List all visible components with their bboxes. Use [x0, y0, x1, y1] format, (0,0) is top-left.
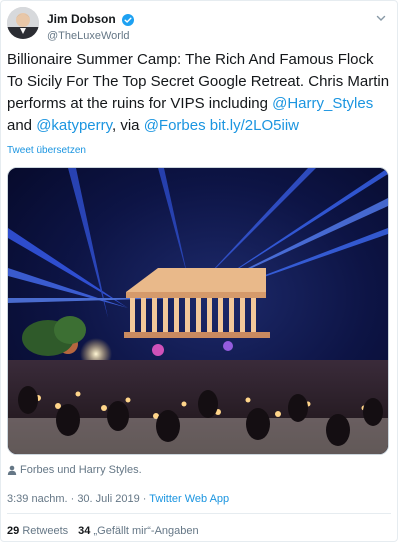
- likes-count: 34: [78, 525, 91, 537]
- timestamp[interactable]: 3:39 nachm. · 30. Juli 2019 ·: [7, 493, 149, 505]
- tagged-people-label: Forbes und Harry Styles.: [20, 464, 142, 476]
- likes-label: „Gefällt mir“-Angaben: [93, 525, 199, 537]
- author-block: Jim Dobson @TheLuxeWorld: [47, 10, 135, 42]
- concert-photo-illustration: [8, 168, 388, 454]
- avatar[interactable]: [7, 7, 39, 39]
- mention-forbes[interactable]: @Forbes: [144, 117, 206, 134]
- person-icon: [7, 465, 17, 476]
- translate-tweet-link[interactable]: Tweet übersetzen: [7, 145, 86, 156]
- retweets-label: Retweets: [22, 525, 69, 537]
- tweet-photo[interactable]: [7, 167, 389, 455]
- mention-katyperry[interactable]: @katyperry: [36, 117, 112, 134]
- tweet-meta: 3:39 nachm. · 30. Juli 2019 · Twitter We…: [7, 493, 229, 505]
- tweet-header: Jim Dobson @TheLuxeWorld: [7, 7, 389, 47]
- tweet-text-part: , via: [112, 117, 144, 134]
- likes-stat[interactable]: 34 „Gefällt mir“-Angaben: [78, 525, 198, 537]
- author-name[interactable]: Jim Dobson: [47, 12, 116, 26]
- short-link[interactable]: bit.ly/2LO5iiw: [210, 117, 299, 134]
- divider: [7, 513, 391, 514]
- verified-badge-icon: [122, 13, 135, 26]
- tweet-card: Jim Dobson @TheLuxeWorld Billionaire Sum…: [0, 0, 398, 542]
- author-handle[interactable]: @TheLuxeWorld: [47, 30, 134, 42]
- source-link[interactable]: Twitter Web App: [149, 493, 229, 505]
- retweets-count: 29: [7, 525, 20, 537]
- tweet-text: Billionaire Summer Camp: The Rich And Fa…: [7, 49, 391, 137]
- mention-harry-styles[interactable]: @Harry_Styles: [272, 95, 373, 112]
- tweet-stats: 29 Retweets 34 „Gefällt mir“-Angaben: [7, 525, 199, 537]
- chevron-down-icon[interactable]: [375, 11, 387, 23]
- retweets-stat[interactable]: 29 Retweets: [7, 525, 68, 537]
- tagged-people[interactable]: Forbes und Harry Styles.: [7, 464, 142, 476]
- tweet-text-part: and: [7, 117, 37, 134]
